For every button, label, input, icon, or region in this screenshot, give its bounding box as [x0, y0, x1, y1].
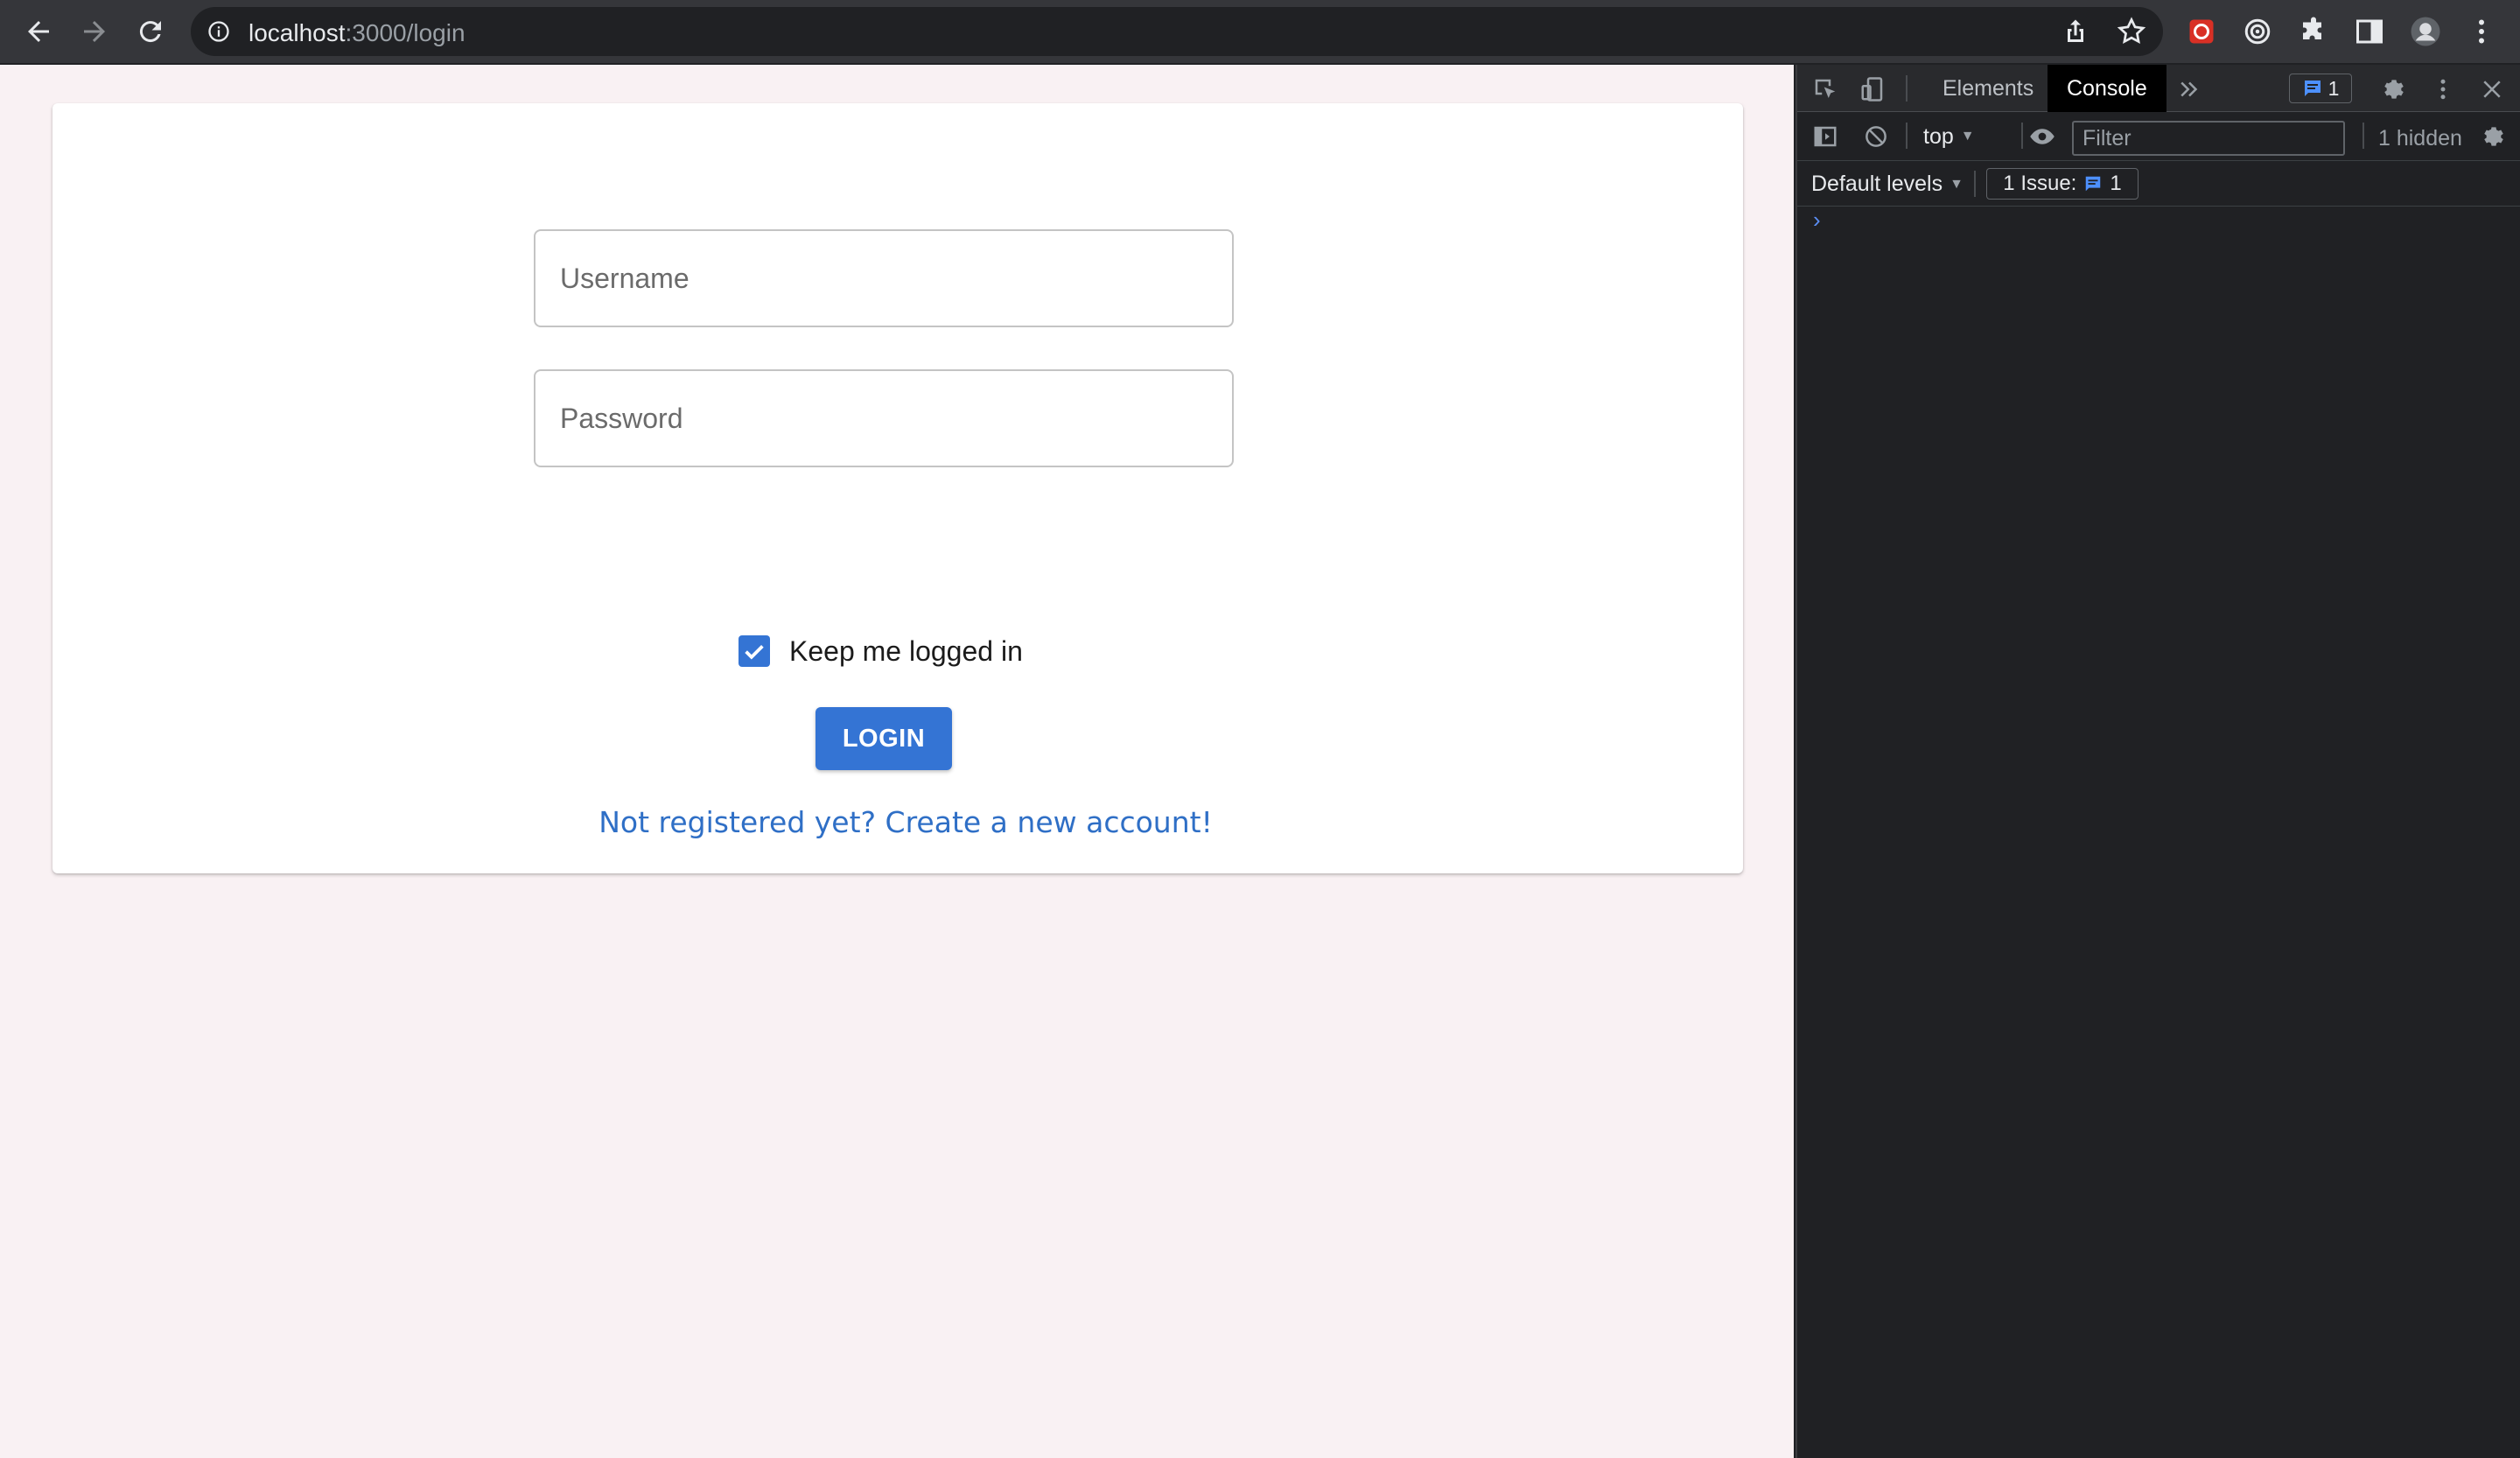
devtools-tab-bar: Elements Console 1: [1797, 65, 2520, 112]
log-levels-dropdown[interactable]: Default levels ▼: [1811, 172, 1964, 197]
console-filter-input[interactable]: [2074, 123, 2343, 154]
login-card: Login to SocNet Keep me logged in LOGIN …: [52, 103, 1743, 873]
context-selector[interactable]: top ▼: [1923, 121, 1975, 152]
message-icon: [2086, 176, 2101, 192]
live-expression-eye-icon[interactable]: [2026, 123, 2058, 151]
forward-icon[interactable]: [77, 14, 112, 49]
back-icon[interactable]: [21, 14, 56, 49]
tab-console[interactable]: Console: [2048, 65, 2166, 112]
issue-count: 1: [2110, 172, 2122, 195]
context-value: top: [1923, 123, 1954, 149]
toolbar-divider: [2021, 123, 2023, 149]
extension-red-icon[interactable]: [2184, 14, 2219, 49]
hidden-messages-count: 1 hidden: [2378, 126, 2462, 151]
profile-avatar-icon[interactable]: [2408, 14, 2443, 49]
toolbar-divider: [1906, 75, 1908, 102]
site-info-icon[interactable]: [206, 19, 231, 44]
bookmark-star-icon[interactable]: [2114, 14, 2149, 49]
devtools-menu-icon[interactable]: [2429, 75, 2457, 103]
checkmark-icon: [745, 645, 764, 660]
console-filter-field[interactable]: [2072, 121, 2345, 156]
more-tabs-icon[interactable]: [2175, 75, 2203, 103]
keep-logged-in-row[interactable]: Keep me logged in: [738, 632, 1023, 670]
log-levels-label: Default levels: [1811, 172, 1943, 196]
browser-toolbar: localhost:3000/login: [0, 0, 2520, 63]
clear-console-icon[interactable]: [1862, 123, 1890, 151]
extensions-puzzle-icon[interactable]: [2296, 14, 2331, 49]
console-prompt[interactable]: ›: [1813, 207, 1821, 234]
issues-label: 1 Issue:: [2003, 172, 2077, 195]
issues-counter[interactable]: 1: [2289, 74, 2352, 103]
extension-target-icon[interactable]: [2240, 14, 2275, 49]
console-settings-gear-icon[interactable]: [2480, 123, 2508, 151]
page-viewport: Login to SocNet Keep me logged in LOGIN …: [0, 65, 1794, 1458]
toolbar-divider: [1974, 171, 1976, 197]
login-button[interactable]: LOGIN: [816, 707, 952, 770]
device-toolbar-icon[interactable]: [1858, 75, 1886, 103]
username-input[interactable]: [536, 231, 1232, 326]
url-text[interactable]: localhost:3000/login: [248, 19, 466, 47]
url-path: :3000/login: [345, 19, 466, 46]
reload-icon[interactable]: [133, 14, 168, 49]
dropdown-caret-icon: ▼: [1960, 129, 1975, 144]
settings-gear-icon[interactable]: [2380, 75, 2408, 103]
browser-menu-icon[interactable]: [2464, 14, 2499, 49]
sidebar-toggle-icon[interactable]: [1811, 123, 1839, 151]
password-field[interactable]: [534, 369, 1234, 467]
console-levels-bar: Default levels ▼ 1 Issue: 1: [1797, 161, 2520, 207]
keep-logged-in-checkbox[interactable]: [738, 635, 770, 667]
toolbar-divider: [2362, 123, 2364, 149]
address-bar[interactable]: localhost:3000/login: [191, 7, 2163, 56]
message-icon: [2304, 81, 2320, 96]
tab-elements[interactable]: Elements: [1923, 65, 2053, 112]
dropdown-caret-icon: ▼: [1950, 176, 1964, 192]
register-link[interactable]: Not registered yet? Create a new account…: [52, 805, 1743, 839]
close-devtools-icon[interactable]: [2478, 75, 2506, 103]
issues-count: 1: [2328, 76, 2340, 100]
toolbar-divider: [1906, 123, 1908, 149]
inspect-element-icon[interactable]: [1811, 75, 1839, 103]
side-panel-icon[interactable]: [2352, 14, 2387, 49]
url-host: localhost: [248, 19, 346, 46]
share-icon[interactable]: [2058, 14, 2093, 49]
devtools-panel: Elements Console 1 top ▼ Filter 1 hidden…: [1796, 65, 2520, 1458]
keep-logged-in-label: Keep me logged in: [789, 634, 1023, 667]
username-field[interactable]: [534, 229, 1234, 327]
issues-button[interactable]: 1 Issue: 1: [1986, 168, 2138, 200]
password-input[interactable]: [536, 371, 1232, 466]
console-toolbar: top ▼ 1 hidden: [1797, 112, 2520, 161]
